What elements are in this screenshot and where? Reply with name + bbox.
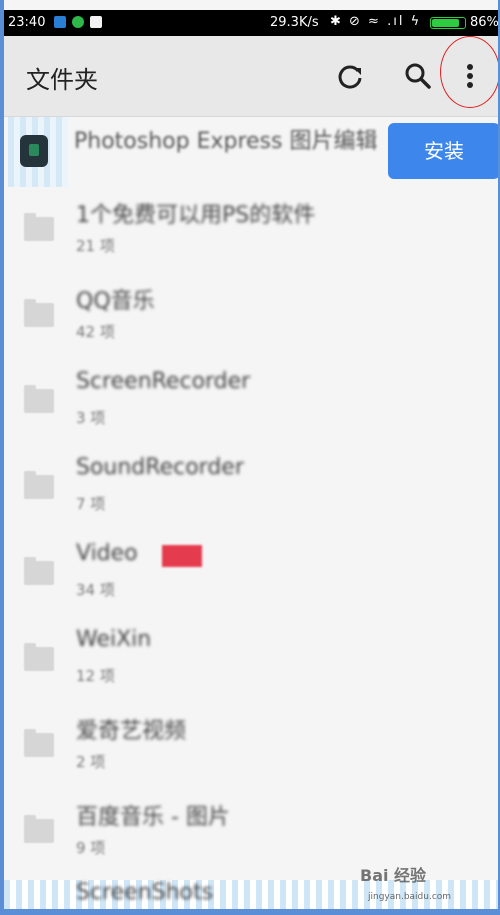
app-bar: 文件夹 xyxy=(4,36,498,117)
folder-name: 爱奇艺视频 xyxy=(76,719,187,744)
folder-icon xyxy=(24,385,54,413)
promo-banner[interactable]: Photoshop Express 图片编辑 安装 xyxy=(4,117,498,187)
folder-meta: 9 项 xyxy=(76,839,106,857)
status-time: 23:40 xyxy=(8,15,46,30)
install-button[interactable]: 安装 xyxy=(388,123,498,179)
status-bar: 23:40 29.3K/s ✱ ⊘ ≈ .ıl ϟ 86% xyxy=(4,10,498,36)
search-icon xyxy=(405,63,431,89)
app-window: 23:40 29.3K/s ✱ ⊘ ≈ .ıl ϟ 86% 文件夹 Photos… xyxy=(4,0,498,909)
page-title: 文件夹 xyxy=(26,66,98,94)
folder-meta: 3 项 xyxy=(76,409,106,427)
refresh-icon xyxy=(338,65,362,89)
watermark-logo: Bai 经验 xyxy=(360,866,427,885)
watermark-url: jingyan.baidu.com xyxy=(368,892,452,902)
wechat-notification-icon xyxy=(72,16,84,28)
folder-name: Video xyxy=(76,541,138,566)
new-badge xyxy=(162,545,202,567)
notification-icon xyxy=(54,16,66,28)
annotation-circle xyxy=(440,36,498,108)
system-status-icons: ✱ ⊘ ≈ .ıl ϟ xyxy=(330,14,422,29)
folder-row[interactable]: WeiXin 12 项 xyxy=(4,619,498,705)
folder-name: ScreenRecorder xyxy=(76,369,251,394)
folder-name: 百度音乐 - 图片 xyxy=(76,805,230,830)
folder-icon xyxy=(24,729,54,757)
folder-meta: 34 项 xyxy=(76,581,115,599)
folder-icon xyxy=(24,471,54,499)
refresh-button[interactable] xyxy=(330,56,370,96)
battery-fill xyxy=(432,19,460,27)
search-button[interactable] xyxy=(398,56,438,96)
folder-row[interactable]: QQ音乐 42 项 xyxy=(4,275,498,361)
message-notification-icon xyxy=(90,16,102,28)
folder-row[interactable]: Video 34 项 xyxy=(4,533,498,619)
folder-meta: 2 项 xyxy=(76,753,106,771)
folder-row[interactable]: SoundRecorder 7 项 xyxy=(4,447,498,533)
folder-name: 1个免费可以用PS的软件 xyxy=(76,203,316,228)
folder-meta: 21 项 xyxy=(76,237,115,255)
folder-icon xyxy=(24,213,54,241)
folder-row[interactable]: 爱奇艺视频 2 项 xyxy=(4,705,498,791)
folder-row[interactable]: 1个免费可以用PS的软件 21 项 xyxy=(4,189,498,275)
folder-name: SoundRecorder xyxy=(76,455,244,480)
battery-icon xyxy=(430,17,466,29)
folder-meta: 7 项 xyxy=(76,495,106,513)
app-logo-icon xyxy=(20,135,48,167)
folder-row[interactable]: ScreenRecorder 3 项 xyxy=(4,361,498,447)
network-speed: 29.3K/s xyxy=(270,15,319,30)
folder-icon xyxy=(24,299,54,327)
folder-name: QQ音乐 xyxy=(76,289,155,314)
folder-meta: 42 项 xyxy=(76,323,115,341)
bottom-item-name[interactable]: ScreenShots xyxy=(76,880,213,905)
folder-name: WeiXin xyxy=(76,627,152,652)
folder-icon xyxy=(24,815,54,843)
folder-icon xyxy=(24,643,54,671)
folder-meta: 12 项 xyxy=(76,667,115,685)
folder-icon xyxy=(24,557,54,585)
battery-percent: 86% xyxy=(470,15,498,30)
promo-app-name: Photoshop Express 图片编辑 xyxy=(74,129,378,154)
